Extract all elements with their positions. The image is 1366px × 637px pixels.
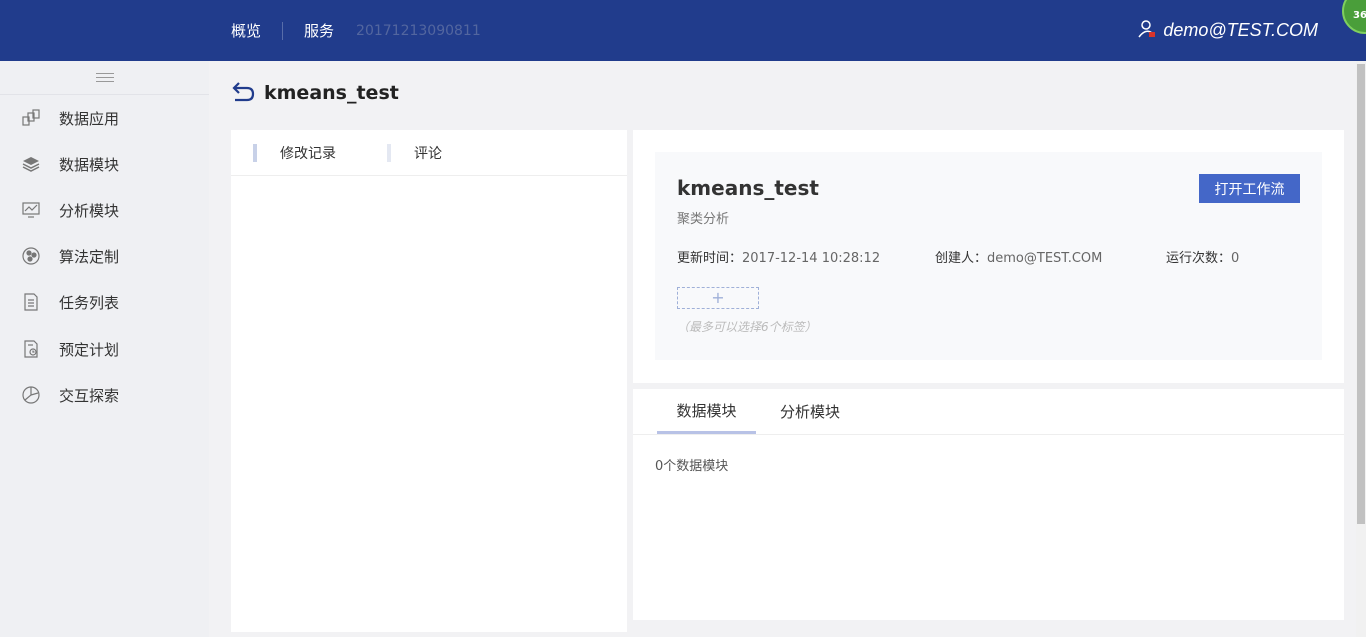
sidebar-item-label: 交互探索 [59,386,120,405]
workflow-card: kmeans_test 聚类分析 打开工作流 更新时间：2017-12-14 1… [655,152,1322,360]
sidebar-item-label: 预定计划 [59,340,120,359]
sidebar-item-label: 分析模块 [59,201,120,220]
top-nav: 概览 服务 20171213090811 [231,0,481,61]
sidebar-item-schedule[interactable]: 预定计划 [0,331,209,367]
top-bar: 概览 服务 20171213090811 demo@TEST.COM 36 [0,0,1366,61]
add-tag-button[interactable]: + [677,287,759,309]
sidebar-item-algorithm[interactable]: 算法定制 [0,238,209,274]
update-time: 更新时间：2017-12-14 10:28:12 [677,247,880,266]
module-tabs: 数据模块 分析模块 [633,389,1344,435]
tab-comments[interactable]: 评论 [387,130,442,176]
meta-value: demo@TEST.COM [987,251,1103,266]
sidebar-item-explore[interactable]: 交互探索 [0,377,209,413]
tab-indicator [253,144,257,162]
schedule-doc-icon [21,339,41,359]
tag-hint: （最多可以选择6个标签） [677,320,817,334]
sidebar-item-data-app[interactable]: 数据应用 [0,100,209,136]
tab-indicator [387,144,391,162]
page-title: kmeans_test [264,82,399,104]
hamburger-icon [95,73,114,82]
sidebar-item-label: 任务列表 [59,293,120,312]
meta-value: 0 [1231,251,1240,266]
nav-overview[interactable]: 概览 [231,20,261,41]
scroll-thumb[interactable] [1357,64,1365,524]
sidebar-item-label: 数据模块 [59,155,120,174]
workflow-type: 聚类分析 [677,212,730,227]
open-workflow-button[interactable]: 打开工作流 [1199,174,1300,203]
sidebar-item-label: 算法定制 [59,247,120,266]
sidebar-item-label: 数据应用 [59,109,120,128]
meta-label: 运行次数： [1166,251,1232,266]
history-panel: 修改记录 评论 [231,130,627,632]
sidebar: 数据应用 数据模块 分析模块 算法定制 任务列表 预定计划 交互探索 [0,61,209,637]
user-icon [1137,19,1157,43]
back-icon[interactable] [230,80,256,106]
workflow-info-panel: kmeans_test 聚类分析 打开工作流 更新时间：2017-12-14 1… [633,130,1344,383]
creator: 创建人：demo@TEST.COM [935,247,1102,266]
modules-panel: 数据模块 分析模块 0个数据模块 [633,389,1344,620]
notification-badge[interactable]: 36 [1342,0,1366,34]
meta-value: 2017-12-14 10:28:12 [742,251,881,266]
sidebar-item-data-module[interactable]: 数据模块 [0,146,209,182]
tab-label: 评论 [414,146,442,162]
sidebar-item-task-list[interactable]: 任务列表 [0,284,209,320]
tab-data-modules[interactable]: 数据模块 [657,389,756,434]
meta-label: 创建人： [935,251,988,266]
module-count: 0个数据模块 [655,459,729,474]
page-scrollbar[interactable] [1356,61,1366,637]
explore-icon [21,385,41,405]
history-tabs: 修改记录 评论 [231,130,627,176]
user-name: demo@TEST.COM [1163,20,1318,40]
user-menu[interactable]: demo@TEST.COM [1137,0,1318,61]
data-app-icon [21,108,41,128]
sidebar-item-analysis-module[interactable]: 分析模块 [0,192,209,228]
page-header: kmeans_test [230,78,399,108]
tab-label: 修改记录 [280,146,336,162]
meta-label: 更新时间： [677,251,743,266]
layers-icon [21,154,41,174]
tab-analysis-modules[interactable]: 分析模块 [769,389,851,434]
service-id: 20171213090811 [356,22,481,39]
workflow-title: kmeans_test [677,176,819,200]
list-doc-icon [21,292,41,312]
run-count: 运行次数：0 [1166,247,1239,266]
menu-toggle[interactable] [0,61,209,95]
tab-change-log[interactable]: 修改记录 [253,130,336,176]
monitor-chart-icon [21,200,41,220]
nav-divider [282,21,284,40]
nav-service[interactable]: 服务 [304,20,334,41]
circles-icon [21,246,41,266]
